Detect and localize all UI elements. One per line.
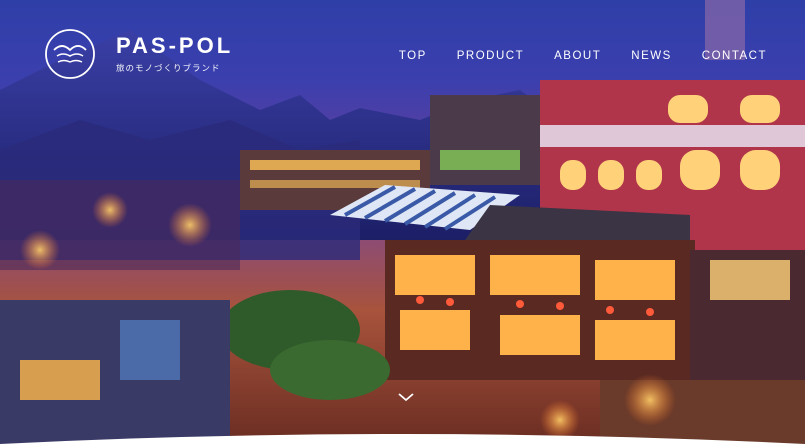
bird-logo-icon — [45, 29, 95, 79]
main-nav: TOP PRODUCT ABOUT NEWS CONTACT — [369, 50, 767, 62]
site-logo[interactable]: PAS-POL 旅のモノづくりブランド — [44, 28, 233, 80]
nav-top[interactable]: TOP — [399, 50, 427, 62]
nav-contact[interactable]: CONTACT — [702, 50, 767, 62]
bottom-curve — [0, 434, 805, 444]
chevron-down-icon[interactable] — [396, 390, 416, 404]
brand-tagline: 旅のモノづくりブランド — [116, 64, 221, 74]
nav-news[interactable]: NEWS — [631, 50, 672, 62]
nav-product[interactable]: PRODUCT — [457, 50, 524, 62]
hero-section: PAS-POL 旅のモノづくりブランド TOP PRODUCT ABOUT NE… — [0, 0, 805, 444]
nav-about[interactable]: ABOUT — [554, 50, 601, 62]
brand-text: PAS-POL 旅のモノづくりブランド — [116, 33, 234, 75]
brand-name: PAS-POL — [116, 33, 234, 58]
